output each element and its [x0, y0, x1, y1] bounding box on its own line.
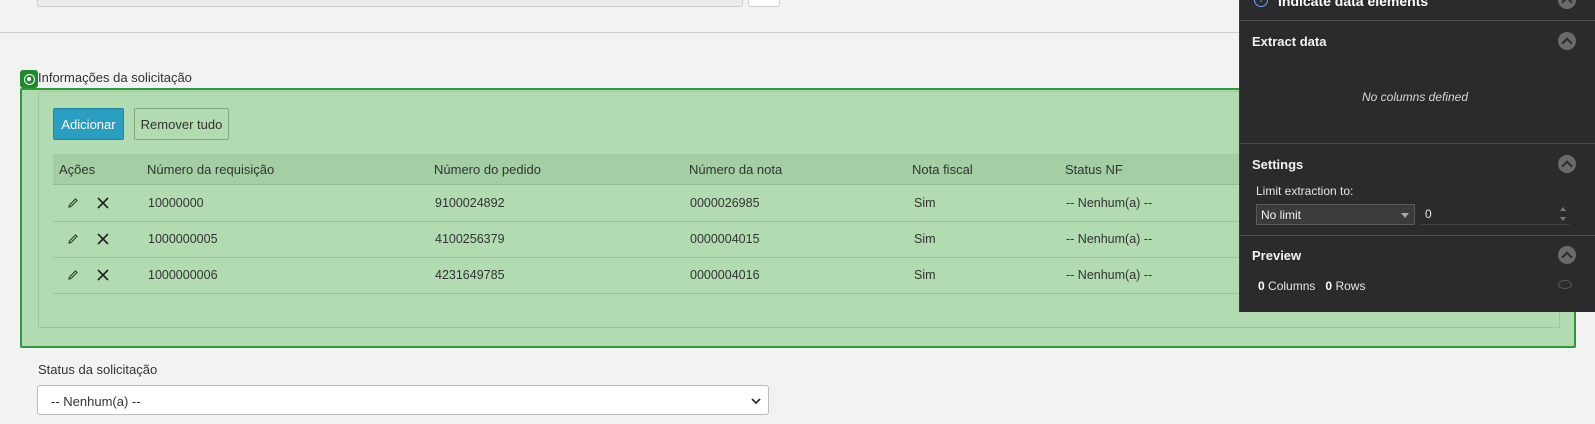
limit-label: Limit extraction to: [1256, 184, 1354, 198]
col-header-actions: Ações [59, 162, 96, 177]
collapse-settings-icon[interactable] [1558, 155, 1576, 173]
cell-invoice: Sim [914, 268, 936, 282]
collapse-preview-icon[interactable] [1558, 246, 1576, 264]
info-icon: i [1254, 0, 1268, 7]
edit-icon[interactable] [67, 197, 79, 209]
columns-label: Columns [1268, 279, 1316, 293]
preview-stats: 0 Columns 0 Rows [1258, 279, 1365, 293]
delete-icon[interactable] [96, 232, 110, 246]
limit-number-input[interactable]: 0 [1420, 204, 1570, 225]
delete-icon[interactable] [96, 268, 110, 282]
extraction-panel: i Indicate data elements Extract data No… [1239, 0, 1595, 312]
cell-requisition: 1000000006 [148, 268, 218, 282]
eye-icon[interactable] [1558, 280, 1572, 289]
dropdown-arrow-icon [1401, 213, 1409, 218]
delete-icon[interactable] [96, 196, 110, 210]
extract-data-title: Extract data [1252, 34, 1327, 49]
cell-invoice-status: -- Nenhum(a) -- [1066, 196, 1153, 210]
edit-icon[interactable] [67, 233, 79, 245]
cell-invoice-number: 0000004016 [690, 268, 760, 282]
status-select-value: -- Nenhum(a) -- [51, 394, 141, 409]
section-title: Informações da solicitação [38, 70, 192, 85]
top-field-button[interactable] [748, 0, 780, 7]
rows-label: Rows [1335, 279, 1366, 293]
col-header-requisition[interactable]: Número da requisição [147, 162, 274, 177]
panel-divider [1240, 235, 1595, 236]
target-icon [20, 70, 38, 88]
panel-title: Indicate data elements [1278, 0, 1429, 9]
no-columns-text: No columns defined [1361, 90, 1469, 104]
preview-title: Preview [1252, 248, 1302, 263]
cell-invoice: Sim [914, 196, 936, 210]
cell-invoice-number: 0000004015 [690, 232, 760, 246]
panel-divider [1240, 143, 1595, 144]
limit-number-value: 0 [1425, 207, 1432, 221]
cell-invoice-status: -- Nenhum(a) -- [1066, 268, 1153, 282]
limit-select[interactable]: No limit [1256, 204, 1415, 225]
col-header-invoice-status[interactable]: Status NF [1065, 162, 1123, 177]
col-header-invoice[interactable]: Nota fiscal [912, 162, 973, 177]
remove-all-button[interactable]: Remover tudo [134, 108, 229, 140]
settings-title: Settings [1252, 157, 1304, 172]
rows-count: 0 [1325, 279, 1333, 293]
number-spinner-icon[interactable] [1560, 205, 1568, 223]
panel-header: i Indicate data elements [1240, 0, 1595, 21]
col-header-order[interactable]: Número do pedido [434, 162, 541, 177]
cell-invoice-number: 0000026985 [690, 196, 760, 210]
cell-invoice: Sim [914, 232, 936, 246]
col-header-invoice-number[interactable]: Número da nota [689, 162, 782, 177]
top-field[interactable] [37, 0, 743, 7]
cell-invoice-status: -- Nenhum(a) -- [1066, 232, 1153, 246]
status-select[interactable]: -- Nenhum(a) -- [37, 385, 769, 415]
cell-requisition: 1000000005 [148, 232, 218, 246]
cell-order: 4100256379 [435, 232, 505, 246]
add-button[interactable]: Adicionar [53, 108, 124, 140]
status-label: Status da solicitação [38, 362, 158, 377]
chevron-down-icon [751, 398, 761, 405]
edit-icon[interactable] [67, 269, 79, 281]
cell-requisition: 10000000 [148, 196, 204, 210]
limit-select-value: No limit [1261, 208, 1302, 222]
collapse-extract-icon[interactable] [1558, 32, 1576, 50]
collapse-icon[interactable] [1558, 0, 1576, 9]
cell-order: 9100024892 [435, 196, 505, 210]
cell-order: 4231649785 [435, 268, 505, 282]
columns-count: 0 [1258, 279, 1265, 293]
